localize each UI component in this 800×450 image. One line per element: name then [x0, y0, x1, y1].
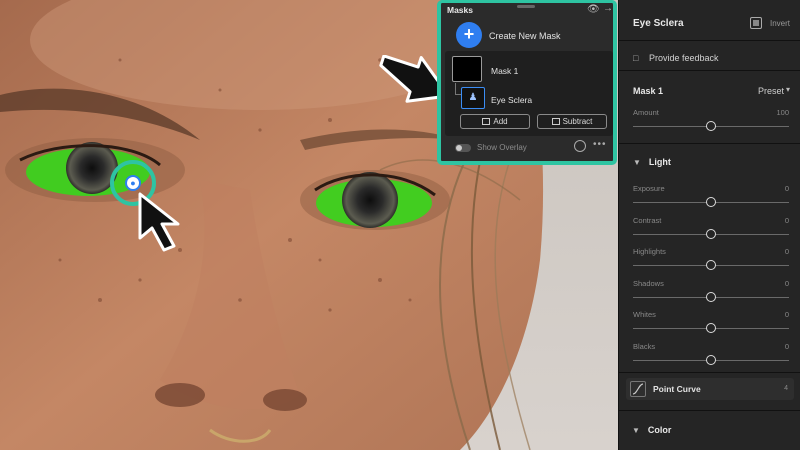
- slider-exposure[interactable]: Exposure 0: [633, 184, 789, 214]
- slider-thumb[interactable]: [706, 121, 716, 131]
- chevron-down-icon[interactable]: ▾: [786, 85, 790, 94]
- slider-thumb[interactable]: [706, 292, 716, 302]
- slider-thumb[interactable]: [706, 197, 716, 207]
- add-mask-icon: [482, 118, 491, 125]
- person-icon: ♟: [468, 92, 478, 103]
- light-section-header[interactable]: ▼ Light: [633, 157, 671, 167]
- show-overlay-toggle[interactable]: [455, 144, 471, 152]
- slider-value[interactable]: 0: [785, 184, 789, 193]
- create-new-mask-button[interactable]: +: [456, 22, 482, 48]
- slider-blacks[interactable]: Blacks 0: [633, 342, 789, 372]
- mask1-label[interactable]: Mask 1: [491, 66, 518, 76]
- color-label: Color: [647, 425, 672, 435]
- point-curve-row[interactable]: Point Curve 4: [626, 378, 794, 400]
- plus-icon: +: [463, 24, 475, 44]
- overlay-color-icon[interactable]: [574, 140, 586, 152]
- mask-pin-icon[interactable]: ●: [125, 175, 141, 191]
- slider-highlights[interactable]: Highlights 0: [633, 247, 789, 277]
- point-curve-value: 4: [784, 385, 788, 392]
- slider-thumb[interactable]: [706, 229, 716, 239]
- curve-icon: [630, 381, 646, 397]
- create-new-mask-label[interactable]: Create New Mask: [489, 31, 561, 41]
- amount-slider[interactable]: Amount 100: [633, 108, 789, 138]
- mask1-thumbnail[interactable]: [452, 56, 482, 82]
- slider-value[interactable]: 0: [785, 310, 789, 319]
- amount-value[interactable]: 100: [776, 108, 789, 117]
- slider-label: Shadows: [633, 279, 664, 288]
- cursor-arrow-icon: [138, 192, 180, 252]
- feedback-icon: □: [633, 53, 639, 63]
- subtract-mask-icon: [551, 118, 560, 125]
- point-curve-label: Point Curve: [653, 384, 701, 394]
- masks-panel: Masks 👁 → + Create New Mask Mask 1 ♟ Eye…: [437, 0, 617, 165]
- slider-label: Blacks: [633, 342, 656, 351]
- chevron-down-icon: ▼: [632, 426, 640, 435]
- preset-dropdown[interactable]: Preset: [758, 86, 784, 96]
- slider-label: Exposure: [633, 184, 665, 193]
- slider-label: Whites: [633, 310, 656, 319]
- subtract-label: Subtract: [562, 117, 593, 126]
- eye-icon[interactable]: 👁: [587, 4, 600, 15]
- eye-sclera-label[interactable]: Eye Sclera: [491, 95, 532, 105]
- mask-name: Mask 1: [633, 86, 664, 96]
- add-button[interactable]: Add: [460, 114, 530, 129]
- panel-title: Eye Sclera: [633, 18, 684, 29]
- slider-thumb[interactable]: [706, 355, 716, 365]
- divider: [619, 40, 800, 41]
- slider-thumb[interactable]: [706, 260, 716, 270]
- slider-value[interactable]: 0: [785, 342, 789, 351]
- chevron-down-icon: ▼: [633, 158, 641, 167]
- light-label: Light: [648, 157, 671, 167]
- eye-sclera-thumbnail[interactable]: ♟: [461, 87, 485, 109]
- divider: [619, 143, 800, 144]
- invert-checkbox[interactable]: [750, 17, 762, 29]
- slider-value[interactable]: 0: [785, 247, 789, 256]
- panel-drag-handle[interactable]: [517, 5, 535, 8]
- slider-label: Contrast: [633, 216, 662, 225]
- divider: [619, 70, 800, 71]
- divider: [619, 372, 800, 373]
- divider: [618, 410, 800, 411]
- slider-shadows[interactable]: Shadows 0: [633, 279, 789, 309]
- slider-contrast[interactable]: Contrast 0: [633, 216, 789, 246]
- subtract-button[interactable]: Subtract: [537, 114, 607, 129]
- slider-thumb[interactable]: [706, 323, 716, 333]
- masks-panel-title: Masks: [447, 5, 473, 15]
- invert-label[interactable]: Invert: [770, 19, 790, 28]
- more-options-icon[interactable]: •••: [593, 139, 607, 150]
- color-section-header[interactable]: ▼ Color: [632, 425, 671, 435]
- arrow-right-icon[interactable]: →: [603, 3, 613, 14]
- show-overlay-label: Show Overlay: [477, 143, 527, 152]
- amount-label: Amount: [633, 108, 659, 117]
- slider-value[interactable]: 0: [785, 279, 789, 288]
- provide-feedback-link[interactable]: Provide feedback: [649, 53, 719, 63]
- slider-value[interactable]: 0: [785, 216, 789, 225]
- slider-whites[interactable]: Whites 0: [633, 310, 789, 340]
- slider-label: Highlights: [633, 247, 666, 256]
- add-label: Add: [493, 117, 508, 126]
